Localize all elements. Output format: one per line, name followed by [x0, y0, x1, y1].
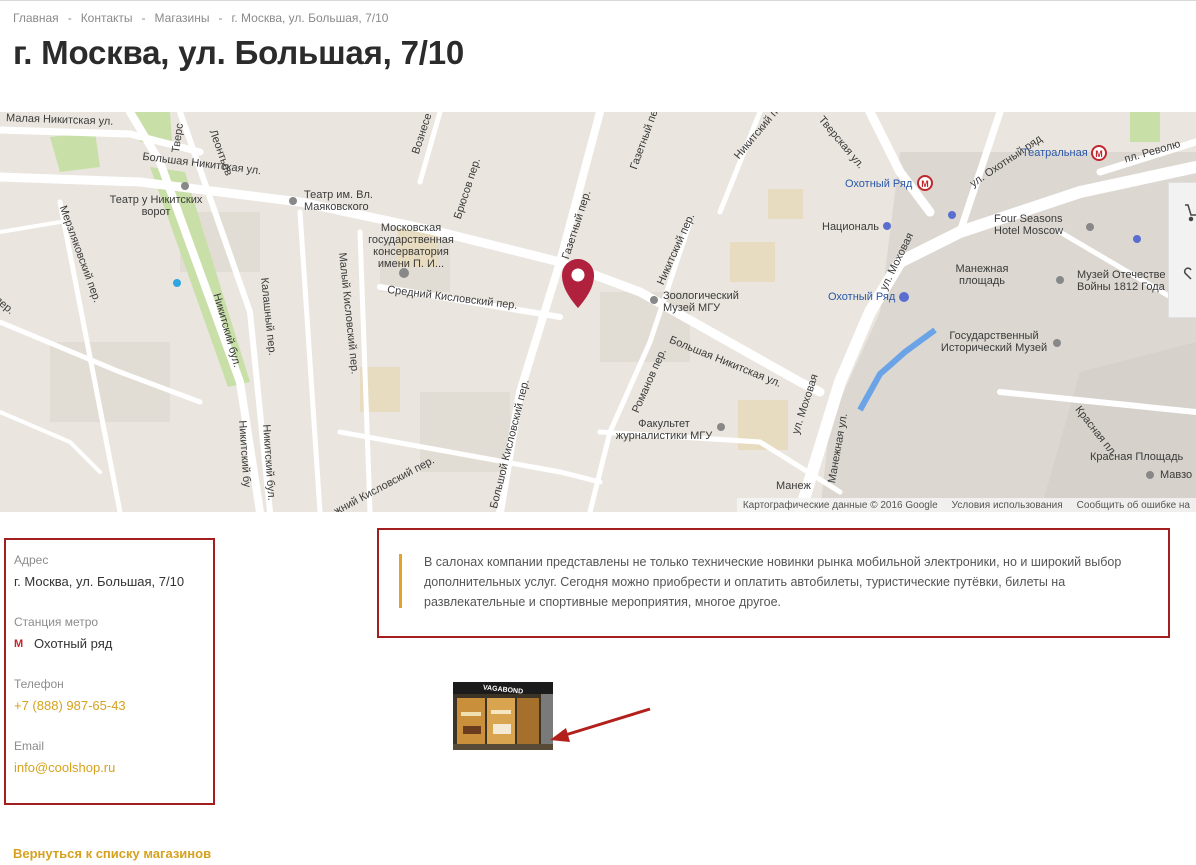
map-place-label: Манежная площадь: [955, 263, 1009, 287]
map-data-credit: Картографические данные © 2016 Google: [742, 499, 938, 511]
top-divider: [0, 0, 1196, 1]
map-report-link[interactable]: Сообщить об ошибке на: [1077, 500, 1190, 511]
store-description: В салонах компании представлены не тольк…: [424, 555, 1122, 609]
map-place-label: Театр у Никитских ворот: [109, 194, 203, 218]
map-metro-label: Театральная: [1022, 147, 1088, 159]
heart-icon: [1183, 267, 1192, 280]
breadcrumb-contacts[interactable]: Контакты: [81, 11, 133, 25]
map-place-label: Мавзо: [1160, 469, 1193, 481]
store-photo-thumbnail[interactable]: VAGABOND: [453, 682, 553, 750]
svg-text:M: M: [921, 179, 929, 189]
metro-icon: М: [14, 638, 24, 650]
map-place-label: Красная Площадь: [1090, 451, 1184, 463]
map-place-label: Государственный Исторический Музей: [940, 330, 1048, 354]
address-label: Адрес: [14, 553, 49, 567]
metro-value: Охотный ряд: [34, 636, 113, 651]
map-canvas: M M: [0, 112, 1196, 512]
map-place-label: Московская государственная консерватория…: [368, 222, 454, 270]
phone-label: Телефон: [14, 677, 64, 691]
breadcrumb-current: г. Москва, ул. Большая, 7/10: [231, 11, 389, 25]
store-info-box: Адрес г. Москва, ул. Большая, 7/10 Станц…: [4, 538, 215, 805]
breadcrumb-home[interactable]: Главная: [13, 11, 59, 25]
address-value: г. Москва, ул. Большая, 7/10: [14, 574, 185, 589]
store-description-box: В салонах компании представлены не тольк…: [377, 528, 1170, 638]
store-photo: VAGABOND: [453, 682, 553, 750]
map-attribution: Картографические данные © 2016 Google Ус…: [736, 498, 1196, 512]
store-map[interactable]: M M Малая Никитская ул. Большая Никитска…: [0, 112, 1196, 512]
annotation-arrow-icon: [550, 707, 651, 742]
back-to-stores-link[interactable]: Вернуться к списку магазинов: [13, 846, 211, 861]
map-metro-label: Охотный Ряд: [828, 291, 896, 303]
map-place-label: Факультет журналистики МГУ: [615, 418, 713, 442]
phone-link[interactable]: +7 (888) 987-65-43: [14, 698, 126, 713]
breadcrumb: Главная - Контакты - Магазины - г. Москв…: [13, 11, 389, 25]
map-place-label: Зоологический Музей МГУ: [663, 290, 739, 314]
map-terms-link[interactable]: Условия использования: [952, 500, 1063, 511]
map-place-label: Националь: [822, 221, 879, 233]
breadcrumb-stores[interactable]: Магазины: [155, 11, 210, 25]
map-place-label: Four Seasons Hotel Moscow: [994, 213, 1064, 237]
email-label: Email: [14, 739, 45, 753]
cart-icon: [1185, 204, 1196, 222]
svg-text:M: M: [1095, 149, 1103, 159]
email-link[interactable]: info@coolshop.ru: [14, 760, 115, 775]
map-metro-label: Охотный Ряд: [845, 178, 913, 190]
side-widget[interactable]: [1168, 182, 1196, 325]
metro-label: Станция метро: [14, 615, 99, 629]
map-place-label: Театр им. Вл. Маяковского: [304, 189, 373, 213]
page-title: г. Москва, ул. Большая, 7/10: [13, 34, 465, 71]
side-widget-icons: [1183, 204, 1196, 325]
quote-bar: [399, 554, 402, 608]
map-place-label: Манеж: [776, 480, 811, 492]
